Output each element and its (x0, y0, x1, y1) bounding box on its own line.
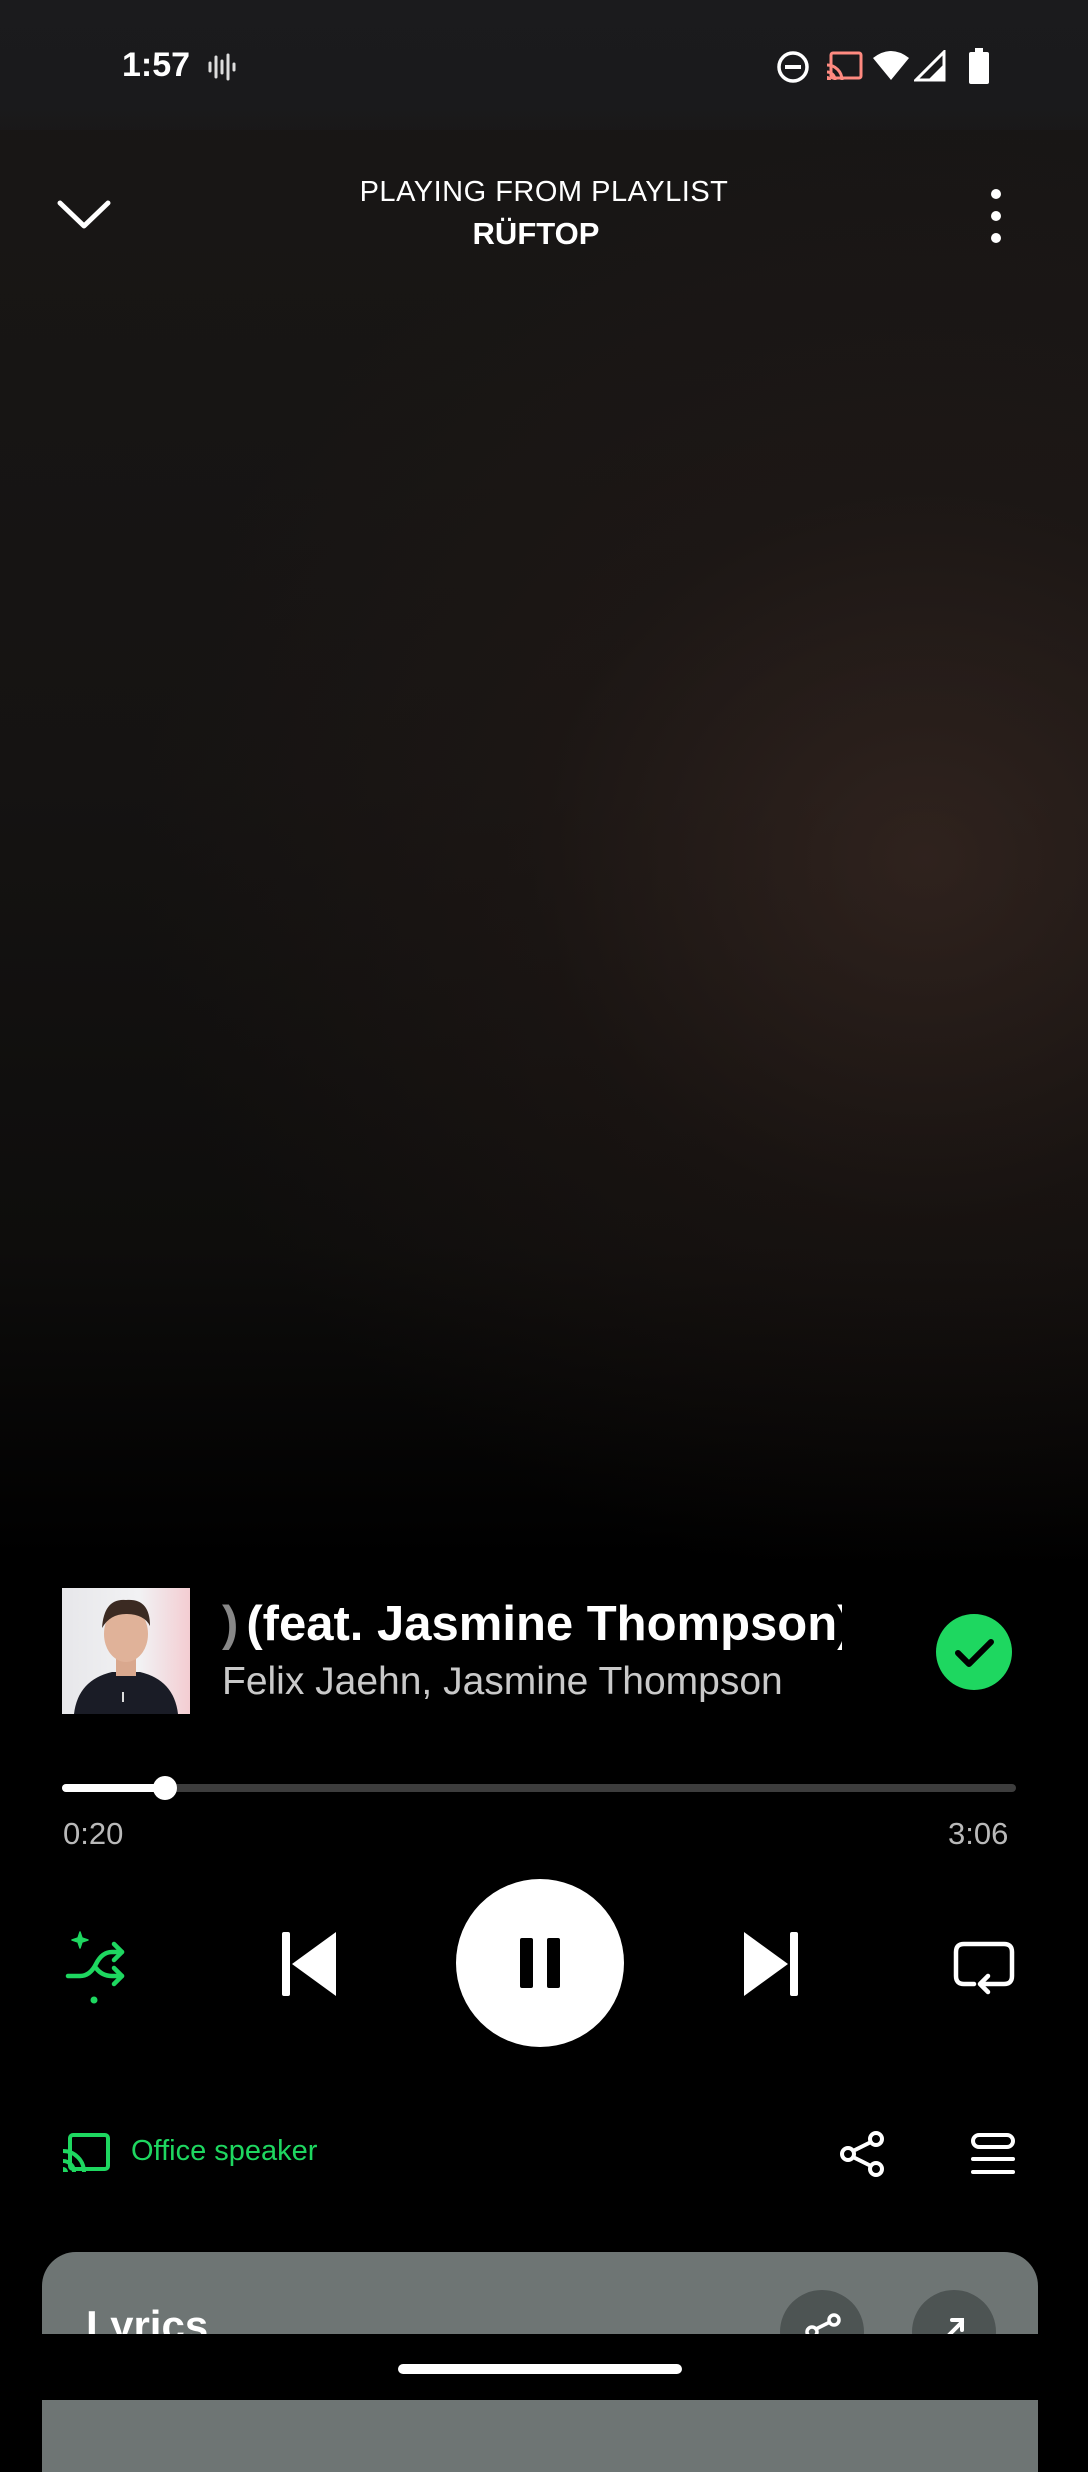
track-title-text: (feat. Jasmine Thompson) (246, 1597, 842, 1651)
status-bar: 1:57 (0, 0, 1088, 130)
more-options-icon[interactable] (976, 186, 1016, 246)
queue-icon[interactable] (970, 2132, 1016, 2176)
progress-fill (62, 1784, 165, 1792)
playing-from-label: PLAYING FROM PLAYLIST (359, 176, 729, 208)
skip-next-icon (744, 1932, 798, 1996)
playback-controls (0, 1876, 1088, 2047)
total-duration: 3:06 (948, 1816, 1009, 1851)
next-track-button[interactable] (738, 1928, 802, 2000)
pause-icon (520, 1938, 560, 1988)
check-icon (955, 1639, 994, 1667)
device-name-label: Office speaker (131, 2135, 318, 2167)
elapsed-time: 0:20 (63, 1816, 124, 1851)
track-title[interactable]: ) (feat. Jasmine Thompson) (222, 1596, 842, 1652)
shuffle-button[interactable] (60, 1924, 132, 2008)
player-header: PLAYING FROM PLAYLIST RÜFTOP (0, 160, 1088, 270)
device-and-actions-row: Office speaker (0, 2120, 1088, 2190)
pause-button[interactable] (456, 1879, 624, 2047)
playback-progress-bar[interactable] (62, 1776, 1016, 1800)
liked-check-button[interactable] (936, 1614, 1012, 1690)
cell-signal-icon (914, 50, 946, 82)
status-time: 1:57 (122, 46, 191, 84)
track-artists[interactable]: Felix Jaehn, Jasmine Thompson (222, 1660, 783, 1704)
shuffle-icon (65, 1931, 125, 2004)
do-not-disturb-icon (777, 51, 809, 83)
speaker-cast-icon (62, 2133, 110, 2173)
previous-track-button[interactable] (278, 1928, 342, 2000)
share-icon[interactable] (838, 2130, 886, 2178)
connect-device-button[interactable]: Office speaker (58, 2120, 338, 2190)
cast-icon (826, 51, 863, 81)
track-title-fragment: ) (222, 1597, 239, 1651)
battery-icon (969, 48, 989, 84)
sound-wave-icon (208, 53, 236, 81)
repeat-button[interactable] (952, 1934, 1016, 1996)
home-indicator[interactable] (398, 2364, 682, 2374)
repeat-icon (953, 1941, 1015, 1995)
wifi-icon (873, 51, 909, 80)
progress-scrubber-handle[interactable] (152, 1776, 177, 1800)
playlist-title[interactable]: RÜFTOP (0, 216, 1072, 252)
track-info: ) (feat. Jasmine Thompson) Felix Jaehn, J… (0, 1588, 1088, 1718)
skip-previous-icon (282, 1932, 336, 1996)
album-artwork-thumbnail[interactable] (62, 1588, 190, 1714)
